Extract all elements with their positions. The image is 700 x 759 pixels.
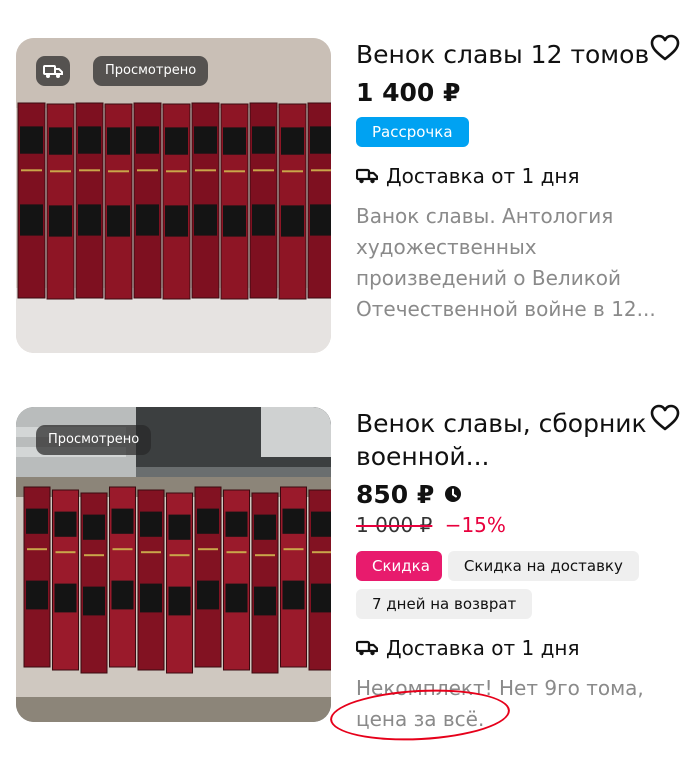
book-spine-shape — [49, 127, 72, 155]
book-spine-shape — [311, 583, 331, 613]
book-spine-shape — [223, 127, 246, 155]
book-spine-shape — [197, 580, 219, 610]
book-spine-shape — [310, 204, 331, 236]
price: 1 400 ₽ — [356, 77, 461, 107]
listing-card[interactable]: Просмотрено Венок славы 12 томов 1 400 ₽… — [0, 0, 700, 380]
book-spine-shape — [194, 204, 217, 236]
book-spine-shape — [79, 169, 100, 172]
book-spine-shape — [83, 586, 105, 616]
book-spine-shape — [140, 583, 162, 613]
book-spine-shape — [226, 551, 247, 554]
book-spine-shape — [26, 580, 48, 610]
viewed-badge: Просмотрено — [36, 425, 152, 455]
book-spine-shape — [223, 205, 246, 237]
book-spine-shape — [225, 583, 248, 613]
book-spine-shape — [165, 205, 188, 237]
truck-icon — [356, 168, 378, 184]
book-spine-shape — [282, 170, 303, 173]
book-spine-shape — [136, 126, 159, 154]
book-spine-shape — [78, 126, 101, 154]
book-spine-shape — [254, 586, 276, 616]
book-spine-shape — [311, 169, 331, 172]
product-photo[interactable]: Просмотрено — [16, 407, 331, 722]
book-spine-shape — [224, 170, 245, 173]
book-spine-shape — [252, 204, 275, 236]
delivery-text: Доставка от 1 дня — [386, 164, 580, 188]
listing-title[interactable]: Венок славы, сборник военной... — [356, 407, 686, 473]
book-spine-shape — [194, 126, 217, 154]
sale-chip: Скидка — [356, 551, 442, 581]
book-spine-shape — [83, 514, 105, 540]
book-spine-shape — [310, 126, 331, 154]
book-spine-shape — [253, 169, 274, 172]
book-spine-shape — [168, 514, 191, 540]
book-spine-shape — [54, 511, 77, 537]
book-spine-shape — [137, 169, 158, 172]
delivery-info: Доставка от 1 дня — [356, 633, 686, 663]
book-spine-shape — [107, 205, 130, 237]
return-policy-chip: 7 дней на возврат — [356, 589, 533, 619]
book-spine-shape — [168, 586, 191, 616]
book-spine-shape — [311, 511, 331, 537]
book-spine-shape — [282, 580, 305, 610]
book-spine-shape — [108, 170, 129, 173]
book-spine-shape — [281, 127, 304, 155]
book-spine-shape — [49, 205, 72, 237]
book-spine-shape — [282, 508, 305, 534]
book-spine-shape — [21, 169, 42, 172]
book-spine-shape — [195, 169, 216, 172]
book-spine-shape — [20, 204, 43, 236]
book-spine-shape — [198, 548, 218, 551]
truck-icon — [356, 640, 378, 656]
book-spine-shape — [165, 127, 188, 155]
delivery-discount-chip: Скидка на доставку — [447, 551, 639, 581]
book-spine-shape — [26, 508, 48, 534]
book-spine-shape — [84, 554, 104, 557]
book-spine-shape — [225, 511, 248, 537]
book-spine-shape — [166, 170, 187, 173]
delivery-badge — [36, 56, 70, 86]
delivery-text: Доставка от 1 дня — [386, 636, 580, 660]
discount-percent: −15% — [444, 513, 506, 537]
book-spine-shape — [27, 548, 47, 551]
book-spine-shape — [50, 170, 71, 173]
book-spine-shape — [111, 580, 134, 610]
listing-title[interactable]: Венок славы 12 томов — [356, 38, 686, 71]
book-spine-shape — [140, 511, 162, 537]
book-spine-shape — [111, 508, 134, 534]
book-spine-shape — [55, 551, 76, 554]
book-spine-shape — [107, 127, 130, 155]
delivery-info: Доставка от 1 дня — [356, 161, 686, 191]
viewed-badge: Просмотрено — [93, 56, 209, 86]
book-spine-shape — [254, 514, 276, 540]
book-spine-shape — [78, 204, 101, 236]
product-photo[interactable]: Просмотрено — [16, 38, 331, 353]
book-spine-shape — [169, 554, 190, 557]
truck-icon — [43, 65, 63, 78]
book-spine-shape — [112, 548, 133, 551]
book-spine-shape — [281, 205, 304, 237]
old-price: 1 000 ₽ — [356, 513, 433, 537]
installment-chip: Рассрочка — [356, 117, 469, 147]
book-spine-shape — [312, 551, 331, 554]
book-spine-shape — [283, 548, 304, 551]
book-spine-shape — [54, 583, 77, 613]
book-spine-shape — [136, 204, 159, 236]
book-spine-shape — [141, 551, 161, 554]
listing-description: Ванок славы. Антология художественных пр… — [356, 204, 656, 321]
book-spine-shape — [255, 554, 275, 557]
clock-icon — [445, 486, 462, 502]
book-spine-shape — [20, 126, 43, 154]
book-spine-shape — [197, 508, 219, 534]
book-spine-shape — [252, 126, 275, 154]
price: 850 ₽ — [356, 479, 435, 509]
